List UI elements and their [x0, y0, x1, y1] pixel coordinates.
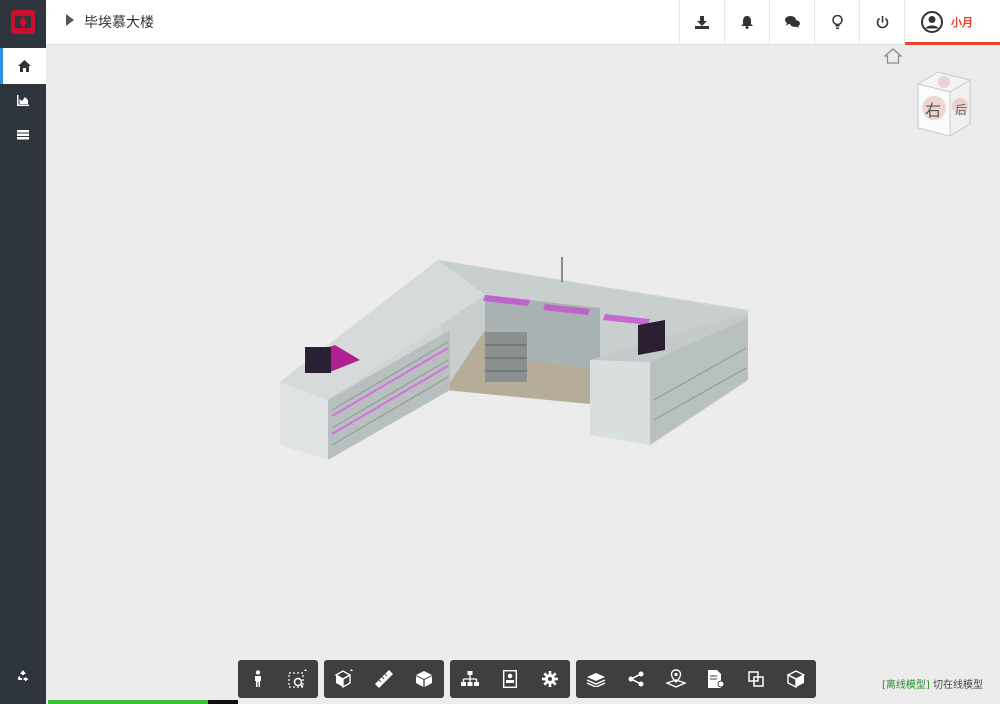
user-menu[interactable]: 小月	[904, 0, 1000, 45]
section-cube-icon	[334, 669, 353, 689]
section-box-button[interactable]	[324, 660, 364, 698]
document-button[interactable]	[696, 660, 736, 698]
messages-button[interactable]	[769, 0, 814, 44]
sidebar-item-home[interactable]	[0, 48, 46, 84]
model-mode-switch: [离线模型] 切在线模型	[882, 676, 983, 691]
load-progress-fill	[48, 700, 208, 704]
share-icon	[628, 671, 644, 687]
bell-icon	[741, 15, 753, 29]
toolbar-group-tools	[576, 660, 816, 698]
reset-view-home-icon[interactable]	[883, 48, 903, 68]
viewcube-front-label: 右	[925, 101, 941, 120]
lightbulb-icon	[831, 14, 843, 29]
app-logo	[0, 0, 46, 44]
file-settings-icon	[708, 670, 725, 688]
breadcrumb-arrow-icon	[66, 14, 74, 26]
user-name: 小月	[951, 16, 973, 29]
person-walk-icon	[255, 670, 261, 687]
recycle-icon	[17, 670, 29, 682]
chat-icon	[784, 16, 800, 28]
top-bar: 毕埃慕大楼 小月	[46, 0, 1000, 45]
zoom-window-button[interactable]	[278, 660, 318, 698]
clone-icon	[748, 671, 764, 687]
sitemap-icon	[461, 671, 479, 686]
toolbar-group-model	[324, 660, 444, 698]
properties-button[interactable]	[490, 660, 530, 698]
location-button[interactable]	[656, 660, 696, 698]
first-person-button[interactable]	[238, 660, 278, 698]
gear-icon	[542, 671, 558, 687]
ruler-icon	[375, 670, 393, 688]
avatar	[921, 11, 943, 33]
home-icon	[18, 60, 31, 72]
measure-button[interactable]	[364, 660, 404, 698]
power-button[interactable]	[859, 0, 904, 44]
model-tree-button[interactable]	[450, 660, 490, 698]
component-button[interactable]	[776, 660, 816, 698]
switch-online-mode-link[interactable]: 切在线模型	[933, 680, 983, 691]
table-icon	[17, 130, 29, 140]
view-cube[interactable]: 右 后	[912, 70, 974, 144]
compare-button[interactable]	[736, 660, 776, 698]
tips-button[interactable]	[814, 0, 859, 44]
zoom-select-icon	[288, 669, 307, 688]
offline-mode-label: [离线模型]	[882, 680, 930, 691]
sidebar-item-recycle[interactable]	[0, 658, 46, 694]
toolbar-group-structure	[450, 660, 570, 698]
area-chart-icon	[17, 94, 29, 106]
sidebar-item-chart[interactable]	[0, 82, 46, 118]
load-progress-bar	[48, 700, 238, 704]
building-model-3d[interactable]	[270, 250, 760, 465]
share-button[interactable]	[616, 660, 656, 698]
layers-button[interactable]	[576, 660, 616, 698]
notifications-button[interactable]	[724, 0, 769, 44]
map-pin-icon	[666, 669, 686, 688]
download-button[interactable]	[679, 0, 724, 44]
power-icon	[876, 15, 888, 28]
package-cube-icon	[787, 670, 805, 688]
download-icon	[695, 15, 709, 29]
id-card-icon	[503, 670, 517, 688]
settings-button[interactable]	[530, 660, 570, 698]
cube-icon	[416, 671, 432, 687]
page-title: 毕埃慕大楼	[84, 15, 154, 31]
explode-model-button[interactable]	[404, 660, 444, 698]
sidebar-item-table[interactable]	[0, 117, 46, 153]
toolbar-group-navigation	[238, 660, 318, 698]
viewcube-right-label: 后	[955, 103, 967, 117]
sidebar	[0, 0, 46, 704]
layers-icon	[586, 673, 606, 687]
